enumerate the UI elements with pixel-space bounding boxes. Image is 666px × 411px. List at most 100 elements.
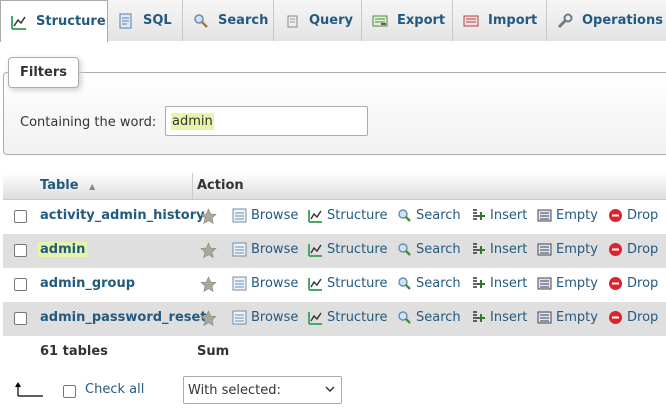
tab-query[interactable]: Query <box>274 0 362 41</box>
sum-label: Sum <box>197 344 230 359</box>
table-name-link[interactable]: admin <box>38 242 88 257</box>
action-label: Structure <box>327 310 388 325</box>
table-header: Table ▲ Action <box>3 173 666 200</box>
action-search[interactable]: Search <box>397 276 461 291</box>
tab-label: Search <box>218 13 269 28</box>
table-row: activity_admin_history Browse Structure Sea… <box>3 200 666 234</box>
filter-input[interactable]: admin <box>165 106 368 136</box>
browse-icon <box>232 208 247 223</box>
empty-icon <box>537 243 552 256</box>
action-empty[interactable]: Empty <box>537 276 598 291</box>
insert-icon <box>473 209 485 220</box>
empty-icon <box>537 311 552 324</box>
favorite-star-icon[interactable] <box>200 208 217 225</box>
structure-icon <box>308 312 322 325</box>
tab-sql[interactable]: SQL <box>108 0 183 41</box>
action-label: Structure <box>327 208 388 223</box>
tab-export[interactable]: Export <box>362 0 453 41</box>
check-all-checkbox[interactable] <box>63 385 76 398</box>
table-name-link[interactable]: admin_password_reset <box>40 310 207 325</box>
tab-structure[interactable]: Structure <box>0 0 108 42</box>
insert-icon <box>473 311 485 322</box>
drop-icon <box>609 243 622 256</box>
tab-operations[interactable]: Operations <box>547 0 666 41</box>
column-divider <box>192 173 193 200</box>
action-search[interactable]: Search <box>397 310 461 325</box>
structure-icon <box>11 15 26 30</box>
tab-search[interactable]: Search <box>183 0 274 41</box>
action-drop[interactable]: Drop <box>608 208 658 223</box>
action-label: Drop <box>627 242 659 257</box>
import-icon <box>463 15 479 26</box>
action-search[interactable]: Search <box>397 242 461 257</box>
action-browse[interactable]: Browse <box>232 242 298 257</box>
action-label: Browse <box>251 276 299 291</box>
action-label: Empty <box>556 242 598 257</box>
table-name-link[interactable]: admin_group <box>40 276 135 291</box>
tab-label: Export <box>397 13 446 28</box>
action-browse[interactable]: Browse <box>232 310 298 325</box>
check-all-link[interactable]: Check all <box>85 382 144 397</box>
action-label: Structure <box>327 242 388 257</box>
tab-label: SQL <box>143 13 172 28</box>
search-icon <box>398 209 411 222</box>
action-label: Browse <box>251 208 299 223</box>
table-row: admin Browse Structure Search Insert Empty Dro… <box>3 234 666 268</box>
row-checkbox[interactable] <box>14 210 27 223</box>
filter-label: Containing the word: <box>20 115 157 130</box>
action-search[interactable]: Search <box>397 208 461 223</box>
wrench-icon <box>557 13 573 28</box>
action-label: Empty <box>556 208 598 223</box>
sort-ascending-icon: ▲ <box>89 182 96 191</box>
action-empty[interactable]: Empty <box>537 310 598 325</box>
table-row: admin_group Browse Structure Search Insert Em… <box>3 268 666 302</box>
action-insert[interactable]: Insert <box>471 276 527 291</box>
action-browse[interactable]: Browse <box>232 208 298 223</box>
action-drop[interactable]: Drop <box>608 276 658 291</box>
row-checkbox[interactable] <box>14 244 27 257</box>
select-all-arrow-icon <box>15 382 43 397</box>
action-drop[interactable]: Drop <box>608 310 658 325</box>
column-header-action: Action <box>197 178 244 193</box>
row-checkbox[interactable] <box>14 312 27 325</box>
action-label: Search <box>416 310 461 325</box>
favorite-star-icon[interactable] <box>200 242 217 259</box>
table-name-link[interactable]: activity_admin_history <box>40 208 205 223</box>
action-structure[interactable]: Structure <box>308 310 387 325</box>
action-label: Structure <box>327 276 388 291</box>
browse-icon <box>232 276 247 291</box>
tab-bar: Structure SQL Search Query Export Import… <box>0 0 666 42</box>
action-empty[interactable]: Empty <box>537 242 598 257</box>
action-structure[interactable]: Structure <box>308 208 387 223</box>
empty-icon <box>537 209 552 222</box>
action-structure[interactable]: Structure <box>308 276 387 291</box>
action-insert[interactable]: Insert <box>471 208 527 223</box>
action-label: Insert <box>490 276 528 291</box>
search-icon <box>398 277 411 290</box>
action-drop[interactable]: Drop <box>608 242 658 257</box>
action-label: Insert <box>490 242 528 257</box>
action-structure[interactable]: Structure <box>308 242 387 257</box>
tab-import[interactable]: Import <box>453 0 547 41</box>
column-header-table[interactable]: Table ▲ <box>40 178 95 193</box>
with-selected-dropdown[interactable]: With selected: <box>183 376 342 404</box>
favorite-star-icon[interactable] <box>200 276 217 293</box>
tab-label: Query <box>309 13 354 28</box>
favorite-star-icon[interactable] <box>200 310 217 327</box>
structure-icon <box>308 278 322 291</box>
chevron-down-icon <box>325 386 335 393</box>
row-checkbox[interactable] <box>14 278 27 291</box>
action-insert[interactable]: Insert <box>471 310 527 325</box>
action-label: Browse <box>251 242 299 257</box>
action-browse[interactable]: Browse <box>232 276 298 291</box>
tab-label: Import <box>488 13 538 28</box>
with-selected-value: With selected: <box>188 382 281 398</box>
action-insert[interactable]: Insert <box>471 242 527 257</box>
tab-label: Structure <box>36 14 106 29</box>
action-empty[interactable]: Empty <box>537 208 598 223</box>
action-label: Empty <box>556 310 598 325</box>
search-icon <box>194 13 208 28</box>
action-label: Search <box>416 276 461 291</box>
browse-icon <box>232 310 247 325</box>
action-label: Drop <box>627 276 659 291</box>
